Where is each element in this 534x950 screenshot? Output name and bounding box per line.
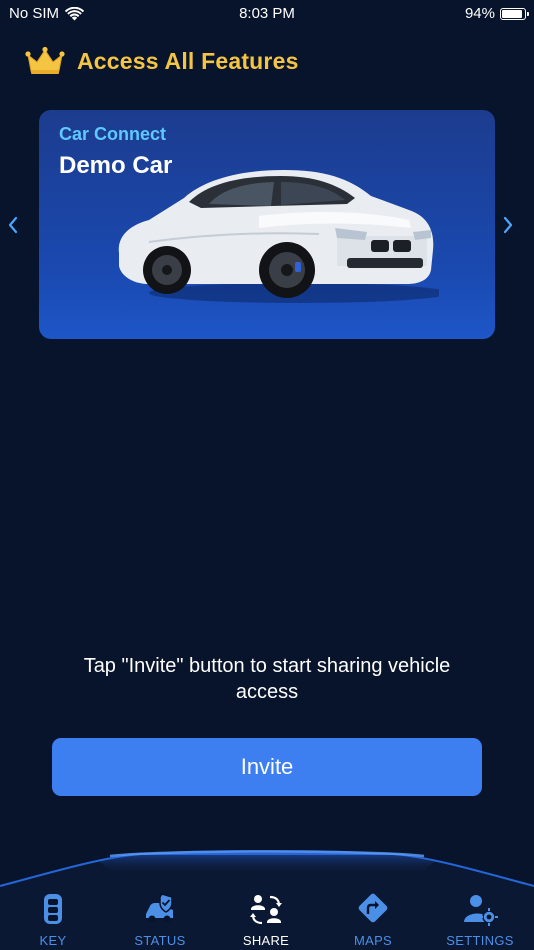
- tab-status[interactable]: STATUS: [115, 892, 205, 950]
- tab-settings[interactable]: SETTINGS: [435, 892, 525, 950]
- tab-share[interactable]: SHARE: [221, 892, 311, 950]
- premium-banner[interactable]: Access All Features: [25, 46, 299, 76]
- tab-status-label: STATUS: [134, 933, 186, 948]
- battery-percent: 94%: [464, 5, 495, 22]
- car-status-icon: [146, 893, 173, 923]
- user-settings-icon: [464, 895, 498, 926]
- directions-icon: [358, 893, 388, 923]
- invite-button[interactable]: Invite: [52, 738, 482, 796]
- share-users-icon: [250, 895, 282, 925]
- car-image: [118, 170, 439, 303]
- tabs: KEY STATUS SHARE MAPS SETTINGS: [0, 892, 534, 950]
- tab-settings-label: SETTINGS: [446, 933, 514, 948]
- tab-maps-label: MAPS: [353, 933, 393, 948]
- tab-maps[interactable]: MAPS: [328, 892, 418, 950]
- tab-share-label: SHARE: [242, 933, 290, 948]
- share-instructions: Tap "Invite" button to start sharing veh…: [83, 655, 451, 703]
- tab-bar: KEY STATUS SHARE MAPS SETTINGS: [0, 848, 534, 950]
- next-vehicle-arrow[interactable]: [498, 214, 518, 236]
- status-right: 94%: [464, 5, 529, 22]
- tab-key-label: KEY: [39, 933, 67, 948]
- vehicle-brand: Car Connect: [59, 124, 167, 144]
- crown-icon: [25, 46, 65, 74]
- chevron-right-icon: [503, 216, 513, 234]
- tab-key[interactable]: KEY: [8, 892, 98, 950]
- status-bar: No SIM 8:03 PM 94%: [0, 0, 534, 28]
- premium-label: Access All Features: [77, 47, 299, 74]
- status-time: 8:03 PM: [239, 5, 295, 22]
- key-fob-icon: [44, 894, 62, 924]
- vehicle-card[interactable]: Car Connect Demo Car: [39, 110, 495, 339]
- chevron-left-icon: [8, 216, 18, 234]
- battery-icon: [500, 7, 529, 20]
- previous-vehicle-arrow[interactable]: [3, 214, 23, 236]
